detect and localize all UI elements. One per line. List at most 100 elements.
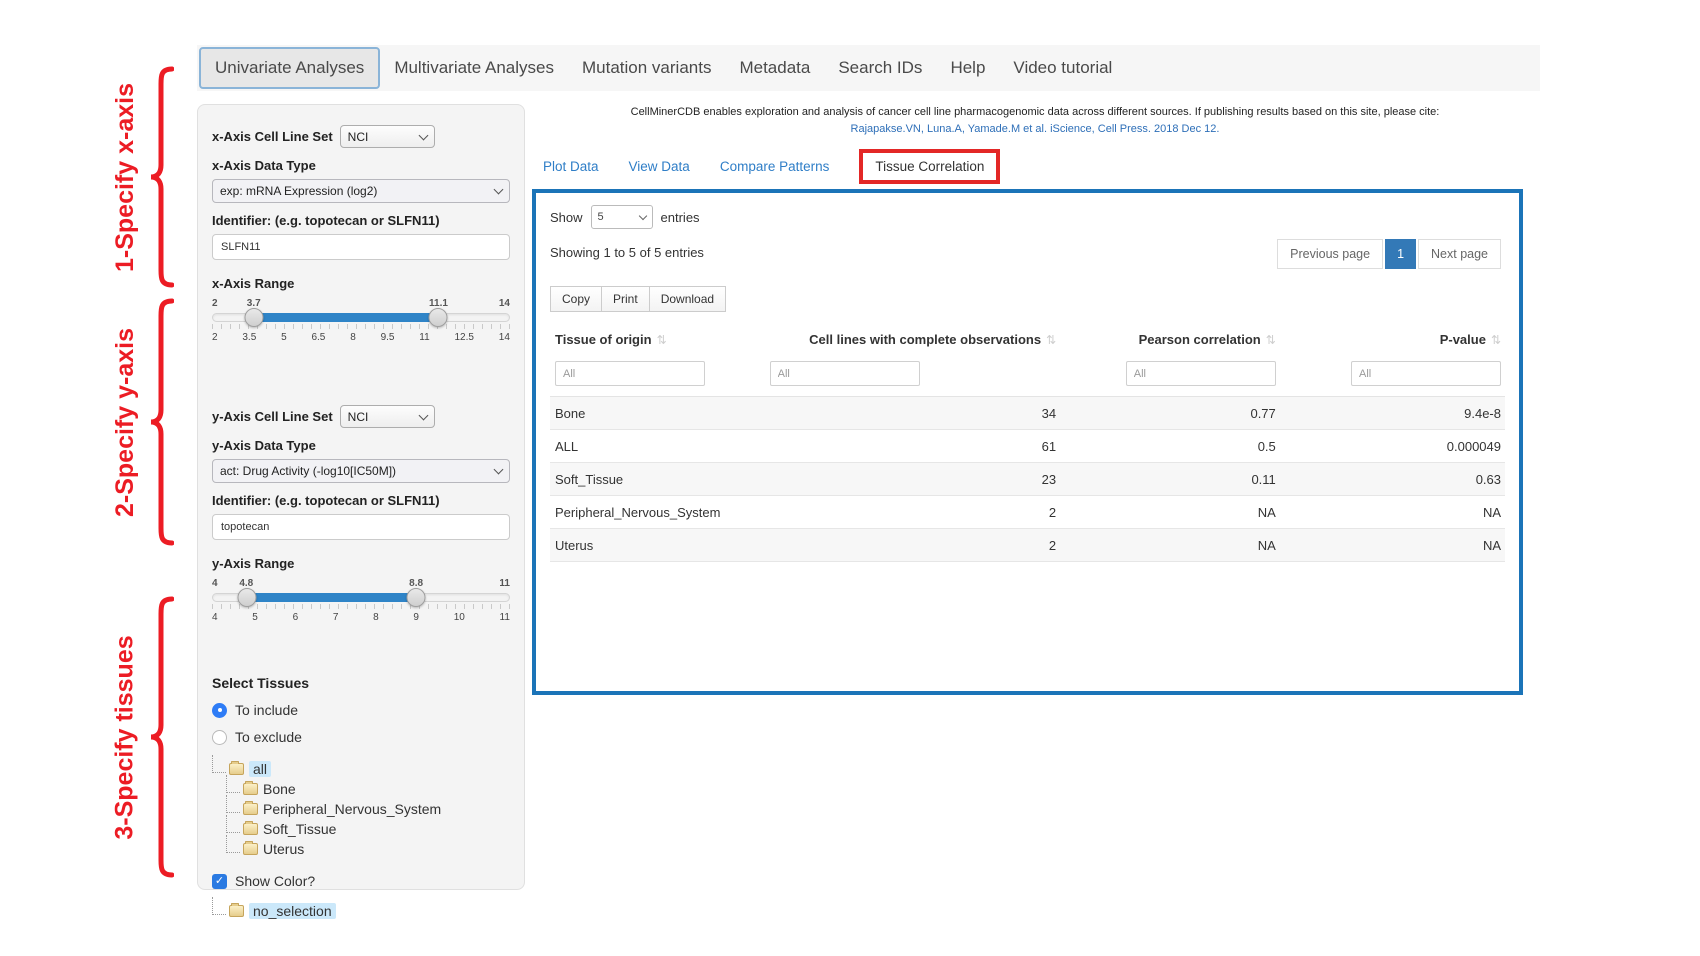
filter-cell-lines-input[interactable] [770,361,920,386]
tissue-correlation-panel: Show 5 entries Showing 1 to 5 of 5 entri… [532,189,1523,695]
x-slider-handle-low[interactable] [245,308,264,327]
y-slider-handle-low[interactable] [238,588,257,607]
nav-tab-metadata[interactable]: Metadata [725,49,824,87]
tree-node-bone[interactable]: Bone [212,779,510,799]
table-row: ALL 61 0.5 0.000049 [550,430,1505,463]
step2-annotation: 2-Specify y-axis [95,298,155,546]
nav-tab-multivariate-analyses[interactable]: Multivariate Analyses [380,49,568,87]
step3-bracket [148,596,174,878]
top-navigation: Univariate Analyses Multivariate Analyse… [197,45,1540,91]
checkbox-checked-icon[interactable]: ✓ [212,874,227,889]
folder-icon [243,783,258,795]
previous-page-button[interactable]: Previous page [1277,239,1383,269]
x-axis-identifier-input[interactable] [212,234,510,260]
chevron-down-icon [494,185,504,195]
nav-tab-help[interactable]: Help [936,49,999,87]
y-slider-fill [247,593,416,602]
sort-icon[interactable]: ⇅ [657,333,667,347]
nav-tab-search-ids[interactable]: Search IDs [824,49,936,87]
step1-annotation: 1-Specify x-axis [95,66,155,288]
tissue-correlation-table: Tissue of origin⇅ Cell lines with comple… [550,326,1505,562]
tissue-tree: all Bone Peripheral_Nervous_System Soft_… [212,759,510,859]
chevron-down-icon [418,410,428,420]
table-row: Uterus 2 NA NA [550,529,1505,562]
tab-view-data[interactable]: View Data [629,159,690,174]
col-header-cell-lines[interactable]: Cell lines with complete observations⇅ [770,332,1057,347]
x-range-max: 14 [499,298,510,309]
pagination: Previous page 1 Next page [1277,239,1501,269]
x-axis-cell-line-set-select[interactable]: NCI [340,125,435,148]
sort-icon[interactable]: ⇅ [1266,333,1276,347]
y-axis-cell-line-set-label: y-Axis Cell Line Set [212,409,333,424]
chevron-down-icon [638,212,646,220]
tree-node-all[interactable]: all [212,759,510,779]
filter-pearson-input[interactable] [1126,361,1276,386]
sort-icon[interactable]: ⇅ [1046,333,1056,347]
table-filter-row [550,355,1505,397]
x-axis-cell-line-set-label: x-Axis Cell Line Set [212,129,333,144]
to-exclude-option[interactable]: To exclude [212,729,510,745]
step1-label: 1-Specify x-axis [111,83,140,272]
radio-selected-icon[interactable] [212,703,227,718]
chevron-down-icon [494,465,504,475]
y-range-max: 11 [499,578,510,589]
tab-tissue-correlation[interactable]: Tissue Correlation [859,149,1000,184]
step2-bracket [148,298,174,546]
x-slider-fill [254,313,438,322]
y-axis-range-label: y-Axis Range [212,556,510,571]
x-range-min: 2 [212,298,218,309]
show-color-checkbox-row[interactable]: ✓ Show Color? [212,873,510,889]
folder-icon [229,905,244,917]
next-page-button[interactable]: Next page [1418,239,1501,269]
tab-compare-patterns[interactable]: Compare Patterns [720,159,830,174]
table-row: Soft_Tissue 23 0.11 0.63 [550,463,1505,496]
x-axis-range-slider: 2 3.7 11.1 14 2 3.5 5 6.5 8 9.5 11 12.5 … [212,313,510,365]
copy-button[interactable]: Copy [550,286,602,312]
to-include-option[interactable]: To include [212,702,510,718]
x-axis-data-type-label: x-Axis Data Type [212,158,510,173]
filter-tissue-input[interactable] [555,361,705,386]
folder-icon [243,843,258,855]
x-axis-identifier-label: Identifier: (e.g. topotecan or SLFN11) [212,213,510,228]
citation-link[interactable]: Rajapakse.VN, Luna.A, Yamade.M et al. iS… [540,123,1530,135]
tree-node-peripheral-nervous-system[interactable]: Peripheral_Nervous_System [212,799,510,819]
table-row: Peripheral_Nervous_System 2 NA NA [550,496,1505,529]
select-tissues-title: Select Tissues [212,675,510,691]
print-button[interactable]: Print [601,286,650,312]
step1-bracket [148,66,174,288]
tree-node-no-selection[interactable]: no_selection [212,901,510,921]
settings-sidebar: x-Axis Cell Line Set NCI x-Axis Data Typ… [197,104,525,890]
download-button[interactable]: Download [649,286,726,312]
y-axis-identifier-label: Identifier: (e.g. topotecan or SLFN11) [212,493,510,508]
col-header-pvalue[interactable]: P-value⇅ [1276,332,1505,347]
y-slider-ticks [212,604,510,609]
radio-unselected-icon[interactable] [212,730,227,745]
col-header-tissue[interactable]: Tissue of origin⇅ [550,332,770,347]
x-axis-data-type-select[interactable]: exp: mRNA Expression (log2) [212,179,510,203]
y-axis-data-type-label: y-Axis Data Type [212,438,510,453]
tree-node-soft-tissue[interactable]: Soft_Tissue [212,819,510,839]
tab-plot-data[interactable]: Plot Data [543,159,599,174]
tree-node-uterus[interactable]: Uterus [212,839,510,859]
y-axis-cell-line-set-select[interactable]: NCI [340,405,435,428]
filter-pvalue-input[interactable] [1351,361,1501,386]
x-slider-track[interactable] [212,313,510,322]
sort-icon[interactable]: ⇅ [1491,333,1501,347]
entries-label: entries [661,210,700,225]
x-axis-range-label: x-Axis Range [212,276,510,291]
y-slider-handle-high[interactable] [406,588,425,607]
col-header-pearson[interactable]: Pearson correlation⇅ [1056,332,1276,347]
nav-tab-mutation-variants[interactable]: Mutation variants [568,49,725,87]
y-axis-data-type-select[interactable]: act: Drug Activity (-log10[IC50M]) [212,459,510,483]
folder-icon [229,763,244,775]
nav-tab-univariate-analyses[interactable]: Univariate Analyses [199,47,380,89]
current-page-button[interactable]: 1 [1385,239,1416,269]
x-slider-handle-high[interactable] [428,308,447,327]
nav-tab-video-tutorial[interactable]: Video tutorial [999,49,1126,87]
citation-text: CellMinerCDB enables exploration and ana… [540,106,1530,118]
y-axis-identifier-input[interactable] [212,514,510,540]
y-slider-track[interactable] [212,593,510,602]
entries-per-page-select[interactable]: 5 [591,205,653,229]
folder-icon [243,823,258,835]
y-range-min: 4 [212,578,218,589]
